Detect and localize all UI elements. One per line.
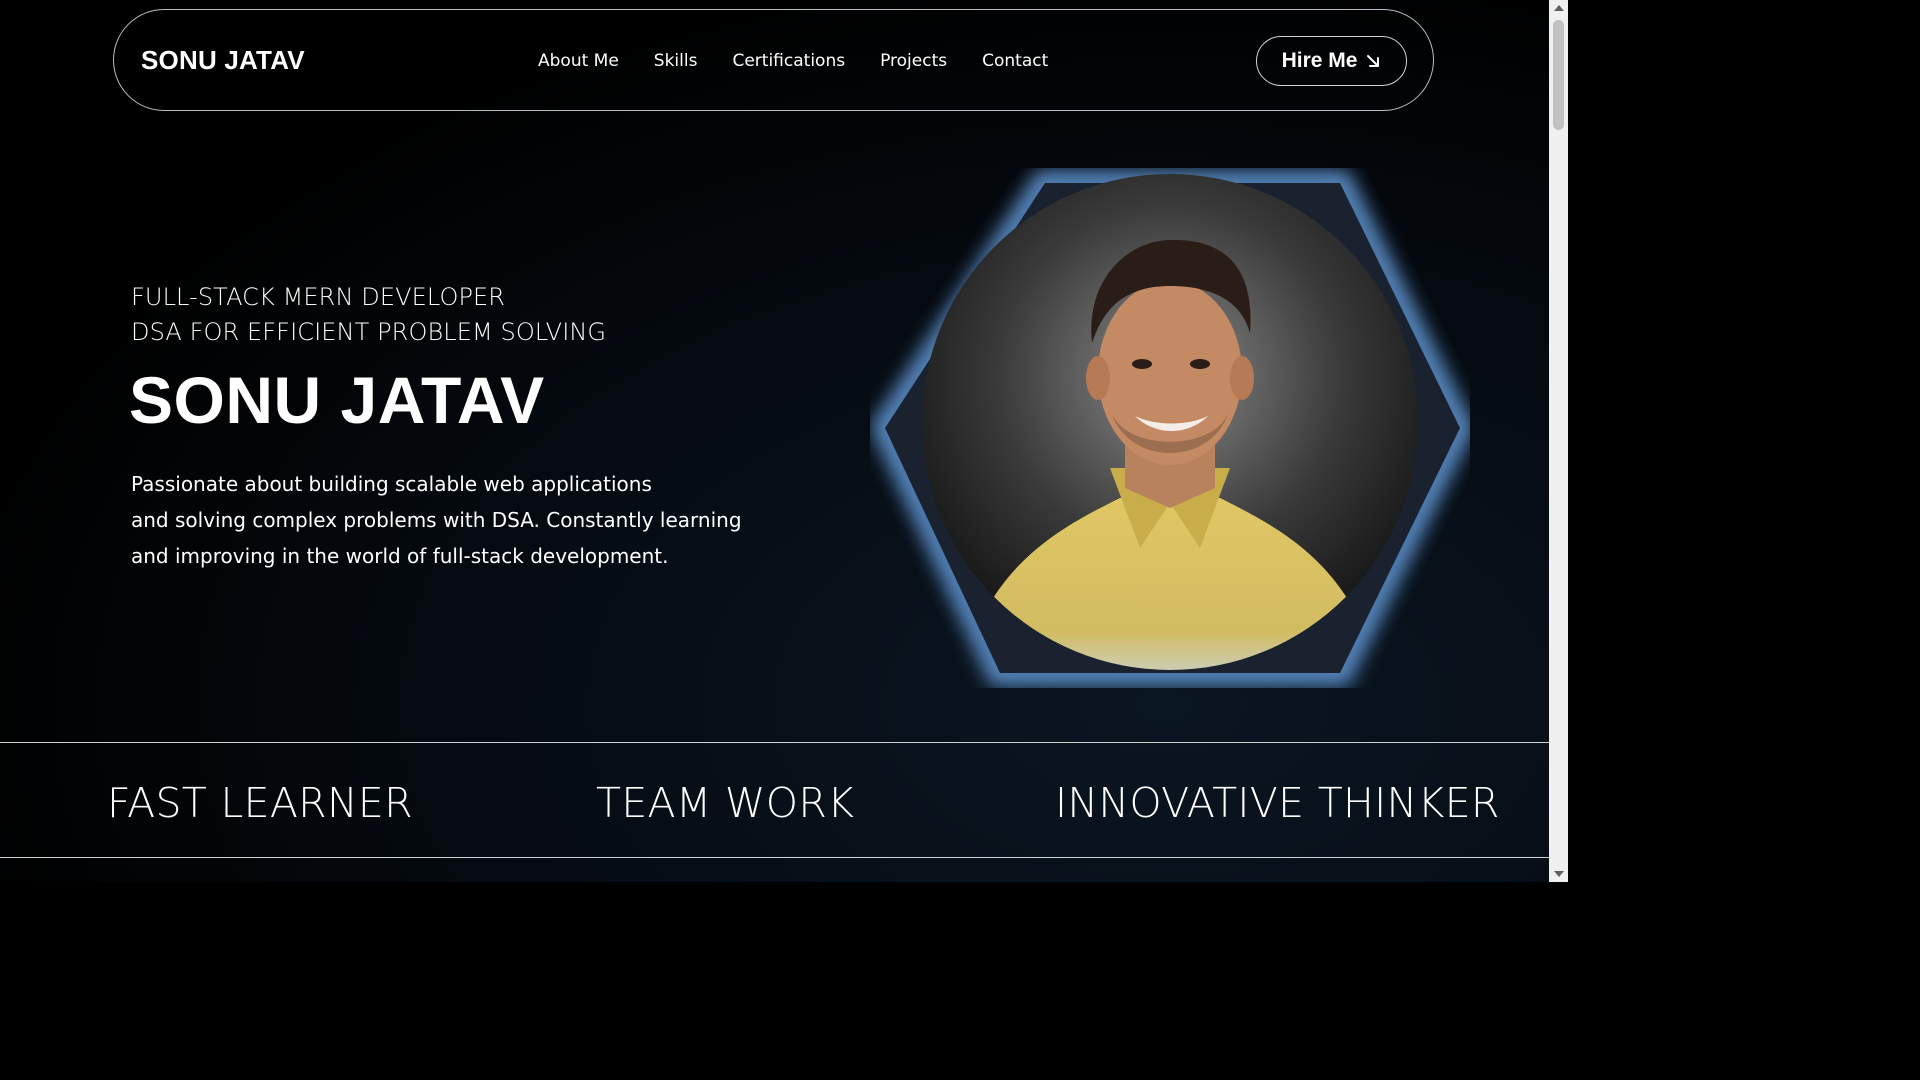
vertical-scrollbar[interactable] [1549, 0, 1568, 882]
scroll-up-arrow-icon[interactable] [1554, 5, 1564, 11]
hero-subtitle-line-1: FULL-STACK MERN DEVELOPER [131, 283, 506, 311]
hero-description-line-2: and solving complex problems with DSA. C… [131, 508, 742, 532]
hero-subtitle: FULL-STACK MERN DEVELOPER DSA FOR EFFICI… [131, 280, 606, 350]
nav-link-about-me[interactable]: About Me [538, 51, 619, 71]
nav-link-certifications[interactable]: Certifications [732, 51, 845, 71]
trait-fast-learner: FAST LEARNER [107, 779, 413, 827]
traits-strip: FAST LEARNER TEAM WORK INNOVATIVE THINKE… [0, 742, 1549, 858]
hire-me-label: Hire Me [1281, 49, 1358, 72]
brand-logo[interactable]: SONU JATAV [141, 45, 305, 76]
hero-subtitle-line-2: DSA FOR EFFICIENT PROBLEM SOLVING [131, 318, 607, 346]
trait-team-work: TEAM WORK [596, 779, 855, 827]
nav-links: About Me Skills Certifications Projects … [538, 51, 1048, 71]
profile-portrait [870, 168, 1475, 688]
scrollbar-thumb[interactable] [1553, 20, 1564, 130]
scroll-down-arrow-icon[interactable] [1554, 871, 1564, 877]
trait-innovative-thinker: INNOVATIVE THINKER [1055, 779, 1500, 827]
hero-name: SONU JATAV [129, 363, 545, 437]
hero-description: Passionate about building scalable web a… [131, 466, 751, 574]
arrow-down-right-icon [1367, 55, 1380, 67]
top-navbar: SONU JATAV About Me Skills Certification… [113, 9, 1434, 111]
hero-description-line-3: and improving in the world of full-stack… [131, 544, 669, 568]
page: SONU JATAV About Me Skills Certification… [0, 0, 1549, 882]
hire-me-button[interactable]: Hire Me [1256, 36, 1407, 86]
nav-link-projects[interactable]: Projects [880, 51, 947, 71]
nav-link-contact[interactable]: Contact [982, 51, 1048, 71]
nav-link-skills[interactable]: Skills [654, 51, 698, 71]
hero-description-line-1: Passionate about building scalable web a… [131, 472, 652, 496]
profile-photo [870, 170, 1475, 686]
